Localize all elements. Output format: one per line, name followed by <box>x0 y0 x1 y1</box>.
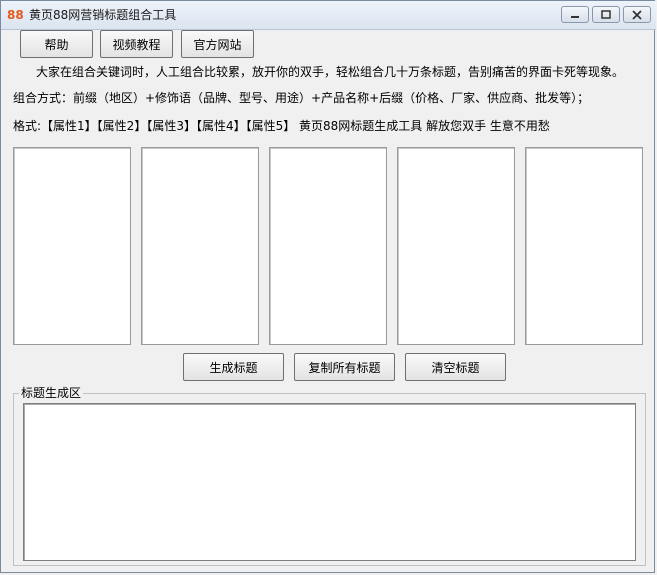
clear-titles-button[interactable]: 清空标题 <box>405 353 506 381</box>
combination-method-text: 组合方式：前缀（地区）+修饰语（品牌、型号、用途）+产品名称+后缀（价格、厂家、… <box>13 91 590 105</box>
title-output-group-label: 标题生成区 <box>19 385 84 401</box>
help-button[interactable]: 帮助 <box>20 30 93 58</box>
maximize-icon <box>601 10 611 19</box>
copy-all-titles-button[interactable]: 复制所有标题 <box>294 353 395 381</box>
minimize-icon <box>571 16 579 18</box>
attribute-1-list[interactable] <box>13 147 131 345</box>
app-window: 88 黄页88网营销标题组合工具 帮助 视频教程 官方网站 大家在组合关键词时，… <box>0 0 656 573</box>
title-bar[interactable]: 88 黄页88网营销标题组合工具 <box>1 1 656 30</box>
intro-text: 大家在组合关键词时，人工组合比较累，放开你的双手，轻松组合几十万条标题，告别痛苦… <box>36 65 625 79</box>
title-output-textarea[interactable] <box>23 403 636 561</box>
attribute-5-list[interactable] <box>525 147 643 345</box>
app-logo-icon: 88 <box>7 8 24 22</box>
window-title: 黄页88网营销标题组合工具 <box>29 8 177 22</box>
attribute-4-list[interactable] <box>397 147 515 345</box>
attribute-3-list[interactable] <box>269 147 387 345</box>
official-site-button[interactable]: 官方网站 <box>181 30 254 58</box>
generate-titles-button[interactable]: 生成标题 <box>183 353 284 381</box>
maximize-button[interactable] <box>592 6 620 23</box>
video-tutorial-button[interactable]: 视频教程 <box>100 30 173 58</box>
attribute-2-list[interactable] <box>141 147 259 345</box>
format-text: 格式:【属性1】【属性2】【属性3】【属性4】【属性5】 黄页88网标题生成工具… <box>13 119 550 133</box>
close-icon <box>632 10 642 20</box>
close-button[interactable] <box>623 6 651 23</box>
minimize-button[interactable] <box>561 6 589 23</box>
